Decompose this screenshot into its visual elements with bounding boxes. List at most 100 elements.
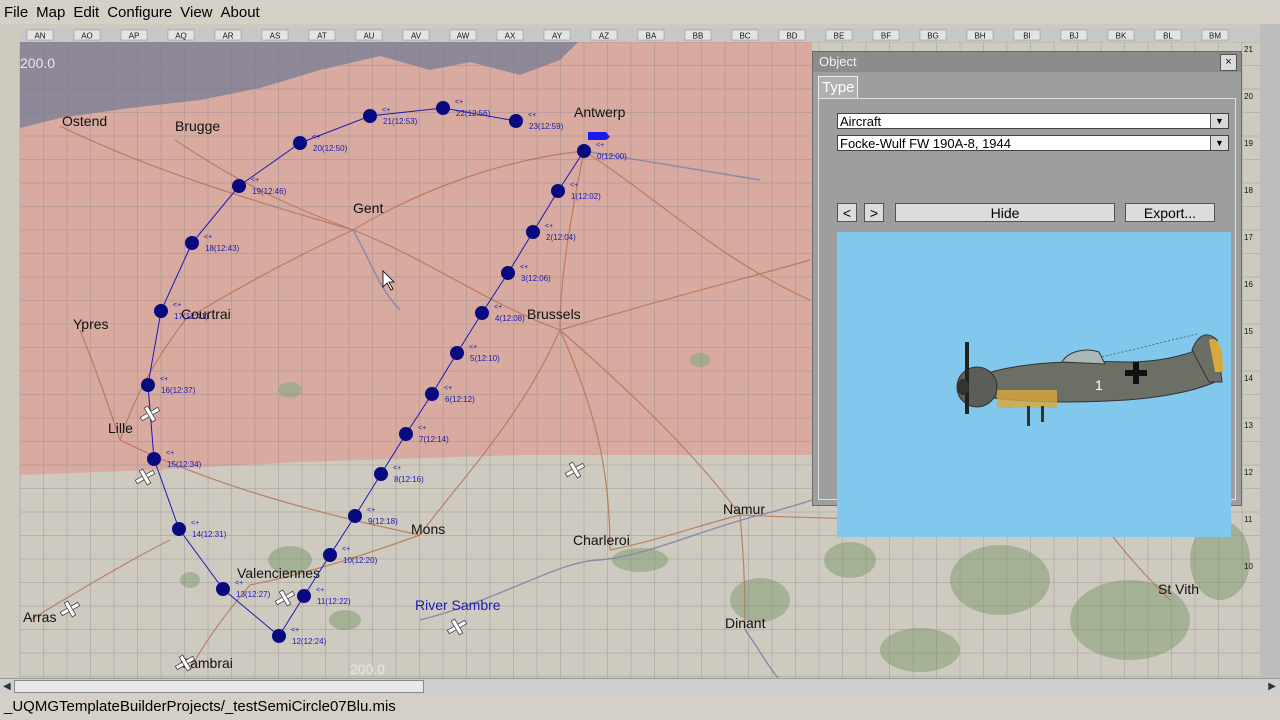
column-header-label: BB bbox=[693, 32, 704, 41]
export-button[interactable]: Export... bbox=[1125, 203, 1215, 222]
waypoint-arrow-label: <+ bbox=[160, 376, 168, 383]
waypoint-arrow-label: <+ bbox=[342, 546, 350, 553]
hide-button[interactable]: Hide bbox=[895, 203, 1115, 222]
aircraft-value: Focke-Wulf FW 190A-8, 1944 bbox=[840, 136, 1011, 151]
waypoint-arrow-label: <+ bbox=[494, 304, 502, 311]
tab-type[interactable]: Type bbox=[818, 76, 858, 98]
waypoint-label: 21(12:53) bbox=[383, 117, 418, 126]
waypoint-arrow-label: <+ bbox=[251, 177, 259, 184]
horizontal-scrollbar[interactable]: ◀ ▶ bbox=[0, 678, 1280, 695]
waypoint-marker[interactable] bbox=[154, 304, 168, 318]
scroll-left-icon[interactable]: ◀ bbox=[3, 681, 11, 692]
chevron-down-icon[interactable]: ▼ bbox=[1210, 114, 1228, 128]
waypoint-label: 3(12:06) bbox=[521, 274, 551, 283]
menu-view[interactable]: View bbox=[176, 4, 216, 21]
chevron-down-icon[interactable]: ▼ bbox=[1210, 136, 1228, 150]
city-label: Charleroi bbox=[573, 532, 630, 548]
city-label: Brussels bbox=[527, 306, 581, 322]
waypoint-label: 8(12:16) bbox=[394, 475, 424, 484]
waypoint-marker[interactable] bbox=[297, 589, 311, 603]
scroll-thumb[interactable] bbox=[14, 680, 424, 693]
column-header-label: AW bbox=[457, 32, 470, 41]
column-header-label: AQ bbox=[175, 32, 187, 41]
waypoint-marker[interactable] bbox=[577, 144, 591, 158]
menu-about[interactable]: About bbox=[217, 4, 264, 21]
column-header-label: AS bbox=[270, 32, 281, 41]
menu-map[interactable]: Map bbox=[32, 4, 69, 21]
waypoint-arrow-label: <+ bbox=[382, 107, 390, 114]
waypoint-marker[interactable] bbox=[272, 629, 286, 643]
row-header-label: 19 bbox=[1244, 139, 1253, 148]
city-label: Arras bbox=[23, 609, 56, 625]
scroll-right-icon[interactable]: ▶ bbox=[1268, 681, 1276, 692]
waypoint-marker[interactable] bbox=[501, 266, 515, 280]
waypoint-arrow-label: <+ bbox=[204, 234, 212, 241]
waypoint-marker[interactable] bbox=[374, 467, 388, 481]
row-header-label: 12 bbox=[1244, 468, 1253, 477]
scale-label-top: 200.0 bbox=[20, 55, 55, 71]
close-icon[interactable]: × bbox=[1220, 54, 1237, 71]
waypoint-marker[interactable] bbox=[450, 346, 464, 360]
category-select[interactable]: Aircraft ▼ bbox=[837, 113, 1229, 129]
waypoint-label: 9(12:18) bbox=[368, 517, 398, 526]
aircraft-select[interactable]: Focke-Wulf FW 190A-8, 1944 ▼ bbox=[837, 135, 1229, 151]
waypoint-marker[interactable] bbox=[293, 136, 307, 150]
waypoint-marker[interactable] bbox=[551, 184, 565, 198]
waypoint-label: 12(12:24) bbox=[292, 637, 327, 646]
waypoint-marker[interactable] bbox=[147, 452, 161, 466]
waypoint-marker[interactable] bbox=[348, 509, 362, 523]
vertical-scrollbar[interactable] bbox=[1260, 24, 1280, 680]
row-header-label: 20 bbox=[1244, 92, 1253, 101]
waypoint-arrow-label: <+ bbox=[312, 134, 320, 141]
waypoint-marker[interactable] bbox=[436, 101, 450, 115]
waypoint-arrow-label: <+ bbox=[191, 520, 199, 527]
waypoint-marker[interactable] bbox=[185, 236, 199, 250]
home-flag-icon[interactable] bbox=[588, 132, 610, 140]
waypoint-label: 15(12:34) bbox=[167, 460, 202, 469]
waypoint-arrow-label: <+ bbox=[528, 112, 536, 119]
column-header-label: BG bbox=[927, 32, 939, 41]
column-header-label: BI bbox=[1023, 32, 1031, 41]
waypoint-label: 11(12:22) bbox=[317, 597, 351, 606]
column-header-label: BL bbox=[1163, 32, 1173, 41]
column-header-label: AV bbox=[411, 32, 422, 41]
waypoint-arrow-label: <+ bbox=[520, 264, 528, 271]
next-button[interactable]: > bbox=[864, 203, 884, 222]
prev-button[interactable]: < bbox=[837, 203, 857, 222]
waypoint-label: 18(12:43) bbox=[205, 244, 240, 253]
waypoint-label: 20(12:50) bbox=[313, 144, 348, 153]
svg-text:1: 1 bbox=[1095, 377, 1103, 393]
column-header-label: AT bbox=[317, 32, 327, 41]
row-header-label: 16 bbox=[1244, 280, 1253, 289]
waypoint-marker[interactable] bbox=[526, 225, 540, 239]
waypoint-marker[interactable] bbox=[323, 548, 337, 562]
river-label: River Sambre bbox=[415, 597, 501, 613]
column-header-label: BJ bbox=[1069, 32, 1078, 41]
city-label: Gent bbox=[353, 200, 383, 216]
menu-file[interactable]: File bbox=[0, 4, 32, 21]
city-label: Lille bbox=[108, 420, 133, 436]
waypoint-marker[interactable] bbox=[232, 179, 246, 193]
waypoint-arrow-label: <+ bbox=[316, 587, 324, 594]
city-label: Ypres bbox=[73, 316, 109, 332]
waypoint-marker[interactable] bbox=[399, 427, 413, 441]
waypoint-marker[interactable] bbox=[509, 114, 523, 128]
waypoint-marker[interactable] bbox=[475, 306, 489, 320]
column-header-label: AO bbox=[81, 32, 93, 41]
aircraft-image: 1 bbox=[956, 333, 1223, 426]
waypoint-marker[interactable] bbox=[141, 378, 155, 392]
city-label: Mons bbox=[411, 521, 445, 537]
column-header-label: AP bbox=[129, 32, 140, 41]
menu-configure[interactable]: Configure bbox=[103, 4, 176, 21]
waypoint-marker[interactable] bbox=[172, 522, 186, 536]
column-header-label: AY bbox=[552, 32, 563, 41]
column-header-label: BM bbox=[1209, 32, 1221, 41]
waypoint-marker[interactable] bbox=[425, 387, 439, 401]
waypoint-label: 22(12:56) bbox=[456, 109, 491, 118]
menu-edit[interactable]: Edit bbox=[69, 4, 103, 21]
waypoint-arrow-label: <+ bbox=[469, 344, 477, 351]
column-header-label: AN bbox=[34, 32, 45, 41]
waypoint-marker[interactable] bbox=[216, 582, 230, 596]
waypoint-marker[interactable] bbox=[363, 109, 377, 123]
waypoint-arrow-label: <+ bbox=[235, 580, 243, 587]
